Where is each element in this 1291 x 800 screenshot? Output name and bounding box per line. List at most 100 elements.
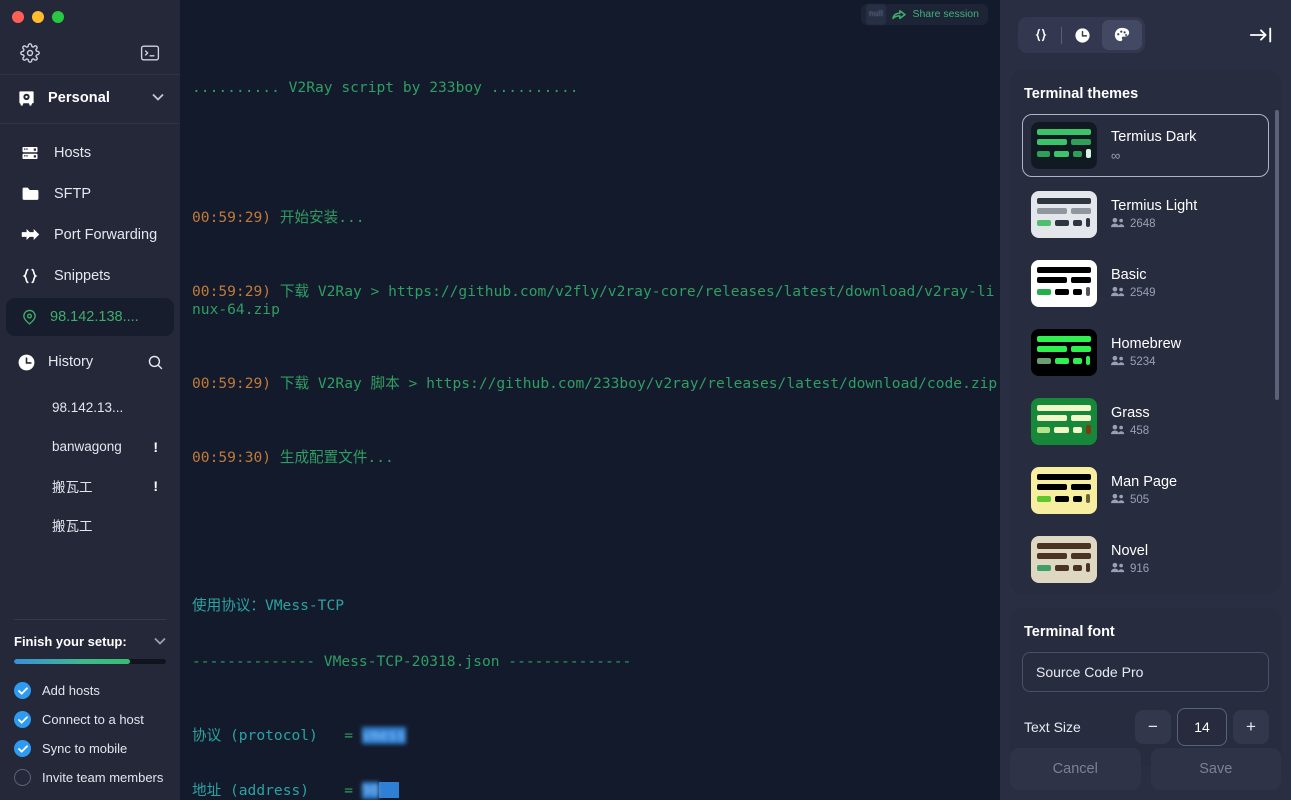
app-window: Personal Hosts SFTP Port Forwarding Snip… [0, 0, 1291, 800]
config-key: 地址 (address) [192, 782, 345, 799]
tab-snippets[interactable] [1021, 20, 1061, 50]
setup-item-label: Invite team members [42, 770, 164, 785]
theme-name: Grass [1111, 405, 1150, 421]
theme-usage-count: 5234 [1130, 356, 1156, 368]
empty-circle-icon [14, 769, 31, 786]
theme-item-man-page[interactable]: Man Page 505 [1022, 459, 1269, 522]
warning-icon: ! [153, 438, 158, 455]
theme-name: Basic [1111, 267, 1147, 283]
settings-panel: Terminal themes Termius Dark ∞ Termius L… [1000, 0, 1291, 800]
theme-item-novel[interactable]: Novel 916 [1022, 528, 1269, 584]
theme-item-termius-light[interactable]: Termius Light 2648 [1022, 183, 1269, 246]
tab-appearance[interactable] [1102, 20, 1142, 50]
share-arrow-icon [892, 9, 907, 21]
maximize-window-button[interactable] [52, 11, 64, 23]
theme-thumbnail [1031, 122, 1097, 169]
terminal-pane[interactable]: null Share session .......... V2Ray scri… [180, 0, 1000, 800]
sidebar-item-sftp[interactable]: SFTP [0, 173, 180, 214]
search-icon[interactable] [147, 354, 164, 371]
check-icon [14, 740, 31, 757]
timestamp: 00:59:29) [192, 208, 272, 226]
check-icon [14, 682, 31, 699]
terminal-line: 使用协议：VMess-TCP [192, 597, 345, 614]
theme-item-grass[interactable]: Grass 458 [1022, 390, 1269, 453]
terminal-config-row: 地址 (address) = 98 [192, 782, 1000, 800]
theme-sub: 2549 [1111, 286, 1156, 300]
setup-progress-bar [14, 659, 166, 664]
list-item[interactable]: 搬瓦工 ! [0, 466, 180, 505]
theme-usage-count: 916 [1130, 563, 1150, 575]
themes-title: Terminal themes [1024, 86, 1139, 102]
connection-icon [20, 309, 38, 326]
cancel-button[interactable]: Cancel [1010, 748, 1141, 790]
tab-history[interactable] [1062, 20, 1102, 50]
share-session-button[interactable]: null Share session [861, 4, 988, 25]
setup-item-label: Connect to a host [42, 712, 144, 727]
font-family-input[interactable]: Source Code Pro [1022, 652, 1269, 692]
gear-icon[interactable] [20, 43, 40, 63]
clock-icon [16, 353, 36, 372]
theme-name: Homebrew [1111, 336, 1182, 352]
terminal-output: .......... V2Ray script by 233boy ......… [180, 0, 1000, 800]
theme-thumbnail [1031, 536, 1097, 583]
collapse-panel-icon[interactable] [1249, 26, 1273, 44]
theme-name: Termius Light [1111, 198, 1198, 214]
theme-thumbnail [1031, 191, 1097, 238]
list-item[interactable]: 搬瓦工 [0, 505, 180, 544]
theme-thumbnail [1031, 260, 1097, 307]
chevron-down-icon[interactable] [154, 636, 166, 648]
timestamp: 00:59:29) [192, 282, 272, 300]
theme-sub: 2648 [1111, 217, 1197, 231]
sidebar-item-active-host[interactable]: 98.142.138.... [6, 298, 174, 336]
history-item-label: 搬瓦工 [52, 518, 93, 534]
minimize-window-button[interactable] [32, 11, 44, 23]
sidebar-item-history[interactable]: History [0, 340, 180, 384]
save-button[interactable]: Save [1150, 748, 1281, 790]
close-window-button[interactable] [12, 11, 24, 23]
terminal-icon[interactable] [140, 45, 160, 61]
terminal-themes-card: Terminal themes Termius Dark ∞ Termius L… [1010, 70, 1281, 594]
setup-header[interactable]: Finish your setup: [14, 634, 166, 649]
themes-list[interactable]: Termius Dark ∞ Termius Light 2648 Basic … [1022, 114, 1269, 584]
terminal-line: 00:59:29) 下载 V2Ray 脚本 > https://github.c… [192, 375, 1000, 394]
sidebar-item-snippets[interactable]: Snippets [0, 255, 180, 296]
sidebar-item-label: Hosts [54, 144, 92, 161]
setup-item-sync-mobile[interactable]: Sync to mobile [14, 734, 166, 763]
users-icon [1111, 562, 1125, 576]
history-label: History [48, 354, 94, 370]
config-key: 协议 (protocol) [192, 726, 345, 744]
history-item-label: 98.142.13... [52, 400, 124, 415]
theme-item-termius-dark[interactable]: Termius Dark ∞ [1022, 114, 1269, 177]
setup-item-connect-host[interactable]: Connect to a host [14, 705, 166, 734]
themes-scrollbar[interactable] [1275, 110, 1279, 400]
terminal-line: 00:59:30) 生成配置文件... [192, 449, 1000, 468]
chevron-down-icon[interactable] [152, 92, 164, 104]
log-text: 下载 V2Ray > [271, 282, 389, 300]
setup-item-add-hosts[interactable]: Add hosts [14, 676, 166, 705]
list-item[interactable]: banwagong ! [0, 427, 180, 466]
terminal-line: -------------- VMess-TCP-20318.json ----… [192, 652, 632, 670]
port-forwarding-icon [20, 227, 40, 242]
theme-sub: 505 [1111, 493, 1177, 507]
theme-sub: ∞ [1111, 148, 1196, 163]
setup-item-invite-team[interactable]: Invite team members [14, 763, 166, 792]
theme-item-homebrew[interactable]: Homebrew 5234 [1022, 321, 1269, 384]
users-icon [1111, 493, 1125, 507]
divider [14, 619, 166, 620]
sidebar-item-port-forwarding[interactable]: Port Forwarding [0, 214, 180, 255]
list-item[interactable]: 98.142.13... [0, 388, 180, 427]
log-text: 生成配置文件... [271, 449, 394, 466]
sidebar-nav: Hosts SFTP Port Forwarding Snippets 98.1… [0, 124, 180, 384]
vault-selector[interactable]: Personal [0, 75, 180, 121]
history-list: 98.142.13... banwagong ! 搬瓦工 ! 搬瓦工 [0, 384, 180, 544]
theme-item-basic[interactable]: Basic 2549 [1022, 252, 1269, 315]
panel-tab-group [1018, 17, 1145, 53]
selection-block [379, 782, 400, 798]
warning-icon: ! [153, 477, 158, 494]
sidebar-toolbar [0, 34, 180, 72]
download-url[interactable]: https://github.com/233boy/v2ray/releases… [426, 375, 997, 392]
sidebar-item-hosts[interactable]: Hosts [0, 132, 180, 173]
share-session-label: Share session [912, 8, 979, 21]
